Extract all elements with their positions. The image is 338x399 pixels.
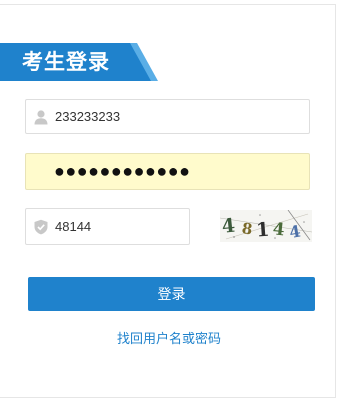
password-field[interactable]: ●●●●●●●●●●●● (25, 153, 310, 190)
page-title: 考生登录 (22, 50, 110, 74)
captcha-input-value: 48144 (55, 219, 92, 234)
captcha-char: 8 (241, 219, 254, 238)
password-value: ●●●●●●●●●●●● (54, 161, 191, 181)
captcha-char: 4 (272, 219, 286, 240)
captcha-input[interactable]: 48144 (25, 208, 190, 245)
shield-icon (33, 219, 49, 235)
captcha-image[interactable]: 4 8 1 4 4 (220, 210, 312, 242)
login-button[interactable]: 登录 (28, 277, 315, 311)
username-field[interactable]: 233233233 (25, 99, 310, 134)
title-ribbon: 考生登录 (0, 43, 158, 81)
captcha-char: 4 (288, 221, 302, 242)
captcha-char: 4 (221, 215, 236, 238)
user-icon (33, 109, 49, 125)
username-value: 233233233 (55, 109, 121, 124)
captcha-char: 1 (255, 219, 270, 242)
recover-credentials-link[interactable]: 找回用户名或密码 (0, 328, 338, 347)
